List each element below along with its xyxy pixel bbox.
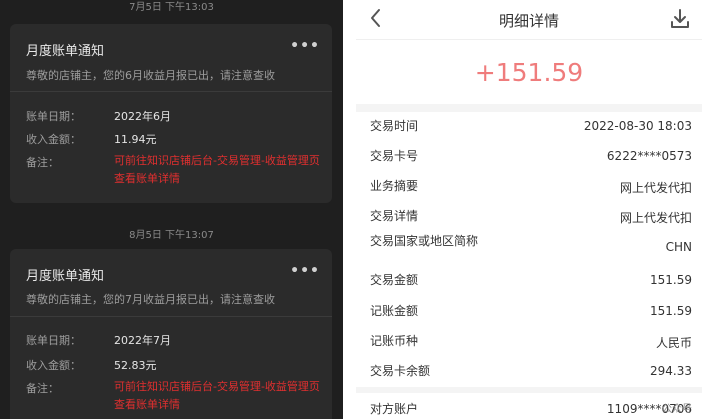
detail-label: 业务摘要	[370, 179, 419, 193]
notification-panel: 7月5日 下午13:03 月度账单通知 ••• 尊敬的店铺主，您的6月收益月报已…	[0, 0, 343, 419]
card-title: 月度账单通知	[26, 269, 105, 284]
section-gap	[356, 387, 702, 393]
transaction-detail-panel: 明细详情 +151.59 交易时间 2022-08-30 18:03 交易卡号 …	[356, 0, 702, 419]
income-value: 52.83元	[114, 359, 157, 372]
card-title: 月度账单通知	[26, 44, 105, 59]
remark-label: 备注：	[26, 156, 59, 169]
income-value: 11.94元	[114, 133, 157, 146]
income-label: 收入金额：	[26, 133, 81, 146]
detail-label: 交易卡余额	[370, 364, 431, 378]
transaction-amount: +151.59	[474, 58, 584, 87]
income-label: 收入金额：	[26, 359, 81, 372]
bill-date-value: 2022年7月	[114, 334, 171, 347]
bill-notification-card[interactable]: 月度账单通知 ••• 尊敬的店铺主，您的6月收益月报已出，请注意查收 账单日期：…	[10, 24, 332, 203]
detail-label: 记账币种	[370, 334, 419, 348]
header-bar: 明细详情	[356, 0, 702, 40]
detail-value: 网上代发代扣	[619, 181, 692, 195]
remark-value: 可前往知识店铺后台-交易管理-收益管理页查看账单详情	[114, 380, 320, 411]
bill-date-value: 2022年6月	[114, 110, 171, 123]
timestamp: 7月5日 下午13:03	[129, 2, 214, 13]
bill-notification-card[interactable]: 月度账单通知 ••• 尊敬的店铺主，您的7月收益月报已出，请注意查收 账单日期：…	[10, 249, 332, 419]
card-description: 尊敬的店铺主，您的7月收益月报已出，请注意查收	[26, 293, 275, 306]
panel-divider	[343, 0, 356, 419]
detail-value: 6222****0573	[606, 149, 692, 163]
detail-label: 交易卡号	[370, 149, 419, 163]
section-gap	[356, 104, 702, 112]
detail-label: 交易国家或地区简称	[370, 234, 479, 248]
remark-label: 备注：	[26, 382, 59, 395]
remark-value: 可前往知识店铺后台-交易管理-收益管理页查看账单详情	[114, 154, 320, 185]
detail-label: 对方账户	[370, 402, 419, 416]
card-description: 尊敬的店铺主，您的6月收益月报已出，请注意查收	[26, 69, 275, 82]
detail-value: 294.33	[650, 364, 692, 378]
detail-value: 人民币	[655, 336, 692, 350]
page-title: 明细详情	[498, 12, 559, 30]
bill-date-label: 账单日期：	[26, 334, 81, 347]
detail-value: 2022-08-30 18:03	[583, 119, 692, 133]
detail-value: 151.59	[650, 304, 692, 318]
detail-label: 交易详情	[370, 209, 419, 223]
watermark: 公众号	[662, 404, 692, 415]
detail-value: 网上代发代扣	[619, 211, 692, 225]
detail-value: CHN	[665, 240, 692, 254]
detail-label: 交易时间	[370, 119, 419, 133]
detail-label: 记账金额	[370, 304, 419, 318]
divider	[10, 91, 332, 92]
more-icon[interactable]: •••	[290, 38, 320, 54]
bill-date-label: 账单日期：	[26, 110, 81, 123]
detail-value: 151.59	[650, 273, 692, 287]
download-icon[interactable]	[668, 7, 692, 31]
divider	[10, 316, 332, 317]
more-icon[interactable]: •••	[290, 263, 320, 279]
timestamp: 8月5日 下午13:07	[129, 230, 214, 241]
detail-label: 交易金额	[370, 273, 419, 287]
